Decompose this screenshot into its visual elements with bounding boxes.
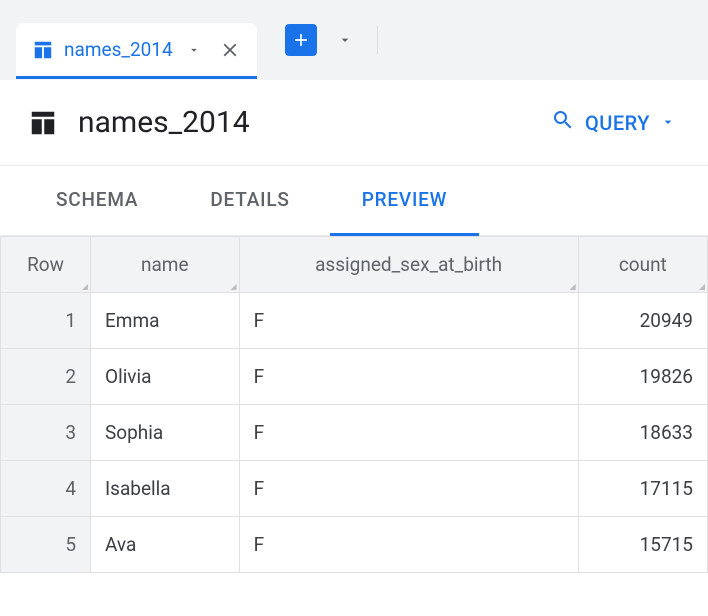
table-row: 4 Isabella F 17115 xyxy=(1,461,708,517)
tab-preview[interactable]: PREVIEW xyxy=(330,166,480,236)
cell-name: Isabella xyxy=(91,461,240,517)
cell-row: 2 xyxy=(1,349,91,405)
cell-name: Olivia xyxy=(91,349,240,405)
cell-row: 3 xyxy=(1,405,91,461)
cell-name: Ava xyxy=(91,517,240,573)
divider xyxy=(377,26,378,54)
cell-row: 1 xyxy=(1,293,91,349)
col-header-name[interactable]: name◢ xyxy=(91,237,240,293)
new-tab-dropdown[interactable] xyxy=(337,32,353,48)
cell-sex: F xyxy=(239,405,578,461)
table-row: 3 Sophia F 18633 xyxy=(1,405,708,461)
cell-sex: F xyxy=(239,293,578,349)
table-header-row: Row◢ name◢ assigned_sex_at_birth◢ count◢ xyxy=(1,237,708,293)
table-row: 2 Olivia F 19826 xyxy=(1,349,708,405)
page-title: names_2014 xyxy=(78,105,523,140)
cell-sex: F xyxy=(239,461,578,517)
search-icon xyxy=(551,108,575,137)
cell-count: 17115 xyxy=(578,461,707,517)
query-button[interactable]: QUERY xyxy=(543,102,684,143)
cell-name: Emma xyxy=(91,293,240,349)
col-header-assigned-sex[interactable]: assigned_sex_at_birth◢ xyxy=(239,237,578,293)
preview-table: Row◢ name◢ assigned_sex_at_birth◢ count◢… xyxy=(0,236,708,573)
col-header-count[interactable]: count◢ xyxy=(578,237,707,293)
tab-label: names_2014 xyxy=(64,38,173,61)
top-bar: names_2014 xyxy=(0,0,708,80)
cell-row: 4 xyxy=(1,461,91,517)
cell-sex: F xyxy=(239,517,578,573)
query-label: QUERY xyxy=(585,111,650,135)
table-row: 5 Ava F 15715 xyxy=(1,517,708,573)
table-icon xyxy=(28,108,58,138)
page-header: names_2014 QUERY xyxy=(0,80,708,165)
chevron-down-icon xyxy=(660,111,676,135)
active-tab[interactable]: names_2014 xyxy=(16,23,257,79)
table-icon xyxy=(32,39,54,61)
tab-details[interactable]: DETAILS xyxy=(178,166,321,236)
col-header-row[interactable]: Row◢ xyxy=(1,237,91,293)
chevron-down-icon[interactable] xyxy=(187,43,201,57)
table-body: 1 Emma F 20949 2 Olivia F 19826 3 Sophia… xyxy=(1,293,708,573)
cell-row: 5 xyxy=(1,517,91,573)
cell-name: Sophia xyxy=(91,405,240,461)
cell-count: 19826 xyxy=(578,349,707,405)
cell-count: 15715 xyxy=(578,517,707,573)
new-tab-button[interactable] xyxy=(285,24,317,56)
table-row: 1 Emma F 20949 xyxy=(1,293,708,349)
tab-schema[interactable]: SCHEMA xyxy=(24,166,170,236)
nav-tabs: SCHEMA DETAILS PREVIEW xyxy=(0,165,708,236)
cell-count: 18633 xyxy=(578,405,707,461)
cell-count: 20949 xyxy=(578,293,707,349)
close-icon[interactable] xyxy=(219,39,241,61)
cell-sex: F xyxy=(239,349,578,405)
